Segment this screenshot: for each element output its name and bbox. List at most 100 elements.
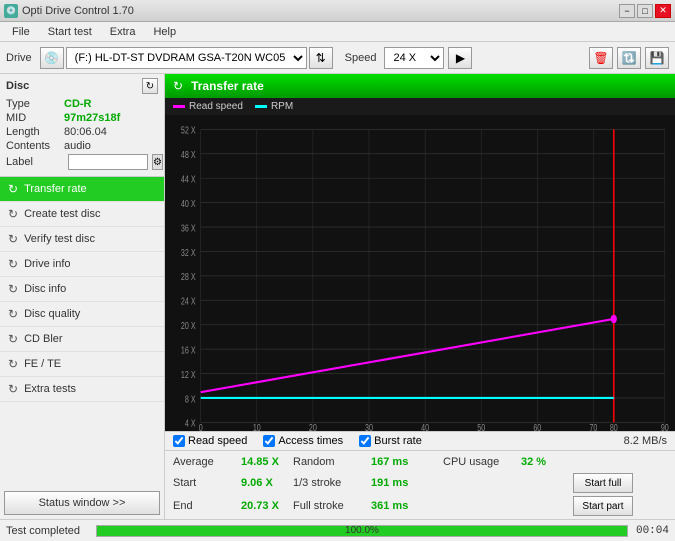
disc-mid-value: 97m27s18f: [64, 112, 120, 124]
svg-text:24 X: 24 X: [181, 295, 196, 307]
disc-label-icon-btn[interactable]: ⚙: [152, 154, 163, 170]
svg-text:80: 80: [610, 422, 618, 431]
svg-text:10: 10: [253, 422, 261, 431]
disc-refresh-btn[interactable]: ↻: [142, 78, 158, 94]
chart-legend: Read speed RPM: [165, 98, 675, 115]
app-icon: 💿: [4, 4, 18, 18]
nav-item-verify-test-disc[interactable]: ↻ Verify test disc: [0, 227, 164, 252]
svg-text:36 X: 36 X: [181, 222, 196, 234]
nav-icon-cd-bler: ↻: [8, 332, 18, 346]
svg-text:20: 20: [309, 422, 317, 431]
svg-text:52 X: 52 X: [181, 124, 196, 136]
nav-item-disc-quality[interactable]: ↻ Disc quality: [0, 302, 164, 327]
nav-icon-disc-quality: ↻: [8, 307, 18, 321]
disc-header: Disc ↻: [6, 78, 158, 94]
start-full-btn[interactable]: Start full: [573, 473, 633, 493]
window-controls: − □ ✕: [619, 4, 671, 18]
nav-item-fe-te[interactable]: ↻ FE / TE: [0, 352, 164, 377]
disc-label-row: Label ⚙: [6, 154, 158, 170]
menu-extra[interactable]: Extra: [102, 24, 144, 40]
disc-mid-row: MID 97m27s18f: [6, 112, 158, 124]
cb-access-times-label: Access times: [278, 435, 343, 447]
svg-text:32 X: 32 X: [181, 247, 196, 259]
disc-label-input[interactable]: [68, 154, 148, 170]
nav-item-cd-bler[interactable]: ↻ CD Bler: [0, 327, 164, 352]
refresh-btn[interactable]: 🔃: [617, 47, 641, 69]
maximize-button[interactable]: □: [637, 4, 653, 18]
cb-burst-rate-input[interactable]: [359, 435, 371, 447]
nav-icon-transfer-rate: ↻: [8, 182, 18, 196]
legend-rpm: RPM: [255, 101, 293, 112]
cpu-label: CPU usage: [443, 456, 513, 468]
chart-area: 52 X 48 X 44 X 40 X 36 X 32 X 28 X 24 X …: [165, 115, 675, 431]
disc-type-row: Type CD-R: [6, 98, 158, 110]
nav-item-transfer-rate[interactable]: ↻ Transfer rate: [0, 177, 164, 202]
app-title: Opti Drive Control 1.70: [22, 5, 134, 17]
nav-label-cd-bler: CD Bler: [24, 333, 63, 345]
disc-label-label: Label: [6, 156, 64, 168]
start-part-btn[interactable]: Start part: [573, 496, 633, 516]
nav-item-disc-info[interactable]: ↻ Disc info: [0, 277, 164, 302]
disc-mid-label: MID: [6, 112, 64, 124]
disc-type-value: CD-R: [64, 98, 92, 110]
nav-item-drive-info[interactable]: ↻ Drive info: [0, 252, 164, 277]
svg-text:20 X: 20 X: [181, 320, 196, 332]
cb-read-speed-input[interactable]: [173, 435, 185, 447]
disc-contents-label: Contents: [6, 140, 64, 152]
disc-type-label: Type: [6, 98, 64, 110]
menu-file[interactable]: File: [4, 24, 38, 40]
disc-contents-value: audio: [64, 140, 91, 152]
nav-item-create-test-disc[interactable]: ↻ Create test disc: [0, 202, 164, 227]
drive-label: Drive: [6, 52, 32, 64]
drive-refresh-btn[interactable]: ⇅: [309, 47, 333, 69]
chart-header: ↻ Transfer rate: [165, 74, 675, 98]
cb-burst-rate: Burst rate: [359, 435, 422, 447]
nav-label-extra-tests: Extra tests: [24, 383, 76, 395]
nav-icon-disc-info: ↻: [8, 282, 18, 296]
drive-icon-btn[interactable]: 💿: [40, 47, 64, 69]
speed-label: Speed: [345, 52, 377, 64]
toolbar: Drive 💿 (F:) HL-DT-ST DVDRAM GSA-T20N WC…: [0, 42, 675, 74]
minimize-button[interactable]: −: [619, 4, 635, 18]
disc-contents-row: Contents audio: [6, 140, 158, 152]
speed-select[interactable]: 24 X: [384, 47, 444, 69]
save-btn[interactable]: 💾: [645, 47, 669, 69]
legend-read-speed: Read speed: [173, 101, 243, 112]
svg-text:8 X: 8 X: [185, 393, 196, 405]
nav-label-disc-quality: Disc quality: [24, 308, 80, 320]
status-window-btn[interactable]: Status window >>: [4, 491, 160, 515]
erase-btn[interactable]: 🗑: [589, 47, 613, 69]
cpu-value: 32 %: [513, 456, 573, 468]
speed-go-btn[interactable]: ▶: [448, 47, 472, 69]
svg-text:70: 70: [589, 422, 597, 431]
disc-length-label: Length: [6, 126, 64, 138]
disc-section: Disc ↻ Type CD-R MID 97m27s18f Length 80…: [0, 74, 164, 177]
menu-bar: File Start test Extra Help: [0, 22, 675, 42]
cb-access-times-input[interactable]: [263, 435, 275, 447]
legend-color-read-speed: [173, 105, 185, 108]
svg-text:40: 40: [421, 422, 429, 431]
menu-start-test[interactable]: Start test: [40, 24, 100, 40]
svg-text:50: 50: [477, 422, 485, 431]
nav-item-extra-tests[interactable]: ↻ Extra tests: [0, 377, 164, 402]
nav-label-transfer-rate: Transfer rate: [24, 183, 87, 195]
menu-help[interactable]: Help: [145, 24, 184, 40]
average-label: Average: [173, 454, 233, 470]
start-value: 9.06 X: [233, 475, 293, 491]
stats-grid: Average 14.85 X Random 167 ms CPU usage …: [165, 451, 675, 519]
drive-select[interactable]: (F:) HL-DT-ST DVDRAM GSA-T20N WC05: [66, 47, 307, 69]
title-bar-left: 💿 Opti Drive Control 1.70: [4, 4, 134, 18]
cb-read-speed: Read speed: [173, 435, 247, 447]
svg-text:28 X: 28 X: [181, 271, 196, 283]
svg-text:44 X: 44 X: [181, 173, 196, 185]
legend-label-read-speed: Read speed: [189, 101, 243, 112]
svg-text:48 X: 48 X: [181, 149, 196, 161]
cb-access-times: Access times: [263, 435, 343, 447]
nav-label-disc-info: Disc info: [24, 283, 66, 295]
close-button[interactable]: ✕: [655, 4, 671, 18]
svg-text:90: 90: [661, 422, 669, 431]
stroke-1-3-value: 191 ms: [363, 475, 443, 491]
end-value: 20.73 X: [233, 498, 293, 514]
sidebar: Disc ↻ Type CD-R MID 97m27s18f Length 80…: [0, 74, 165, 519]
status-bar: Test completed 100.0% 00:04: [0, 519, 675, 541]
